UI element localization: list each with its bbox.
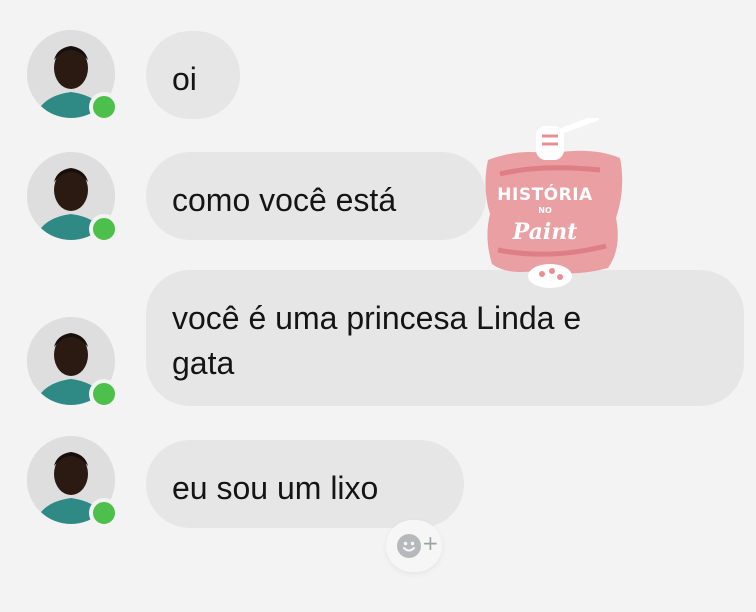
- online-status-icon: [89, 214, 119, 244]
- message-text: eu sou um lixo: [172, 470, 379, 506]
- watermark-subtitle: NO: [538, 206, 552, 215]
- watermark-title: HISTÓRIA: [497, 185, 593, 205]
- message-bubble[interactable]: como você está: [146, 152, 486, 240]
- watermark-script: Paint: [512, 219, 578, 245]
- historia-no-paint-watermark: HISTÓRIA NO Paint: [480, 118, 630, 293]
- online-status-icon: [89, 92, 119, 122]
- message-text: gata: [172, 345, 235, 381]
- plus-icon: +: [422, 531, 439, 555]
- message-bubble[interactable]: eu sou um lixo: [146, 440, 464, 528]
- add-reaction-button[interactable]: +: [386, 520, 442, 572]
- avatar[interactable]: [27, 152, 119, 244]
- online-status-icon: [89, 498, 119, 528]
- avatar[interactable]: [27, 436, 119, 528]
- message-text: você é uma princesa Linda e: [172, 300, 582, 336]
- message-bubble[interactable]: oi: [146, 31, 240, 119]
- chat-thread: oi como você está você é uma princesa Li…: [0, 0, 756, 612]
- online-status-icon: [89, 379, 119, 409]
- message-text: oi: [172, 61, 197, 97]
- message-text: como você está: [172, 182, 397, 218]
- smiley-icon: [397, 534, 421, 558]
- avatar[interactable]: [27, 30, 119, 122]
- avatar[interactable]: [27, 317, 119, 409]
- message-bubble[interactable]: você é uma princesa Linda e gata: [146, 270, 744, 406]
